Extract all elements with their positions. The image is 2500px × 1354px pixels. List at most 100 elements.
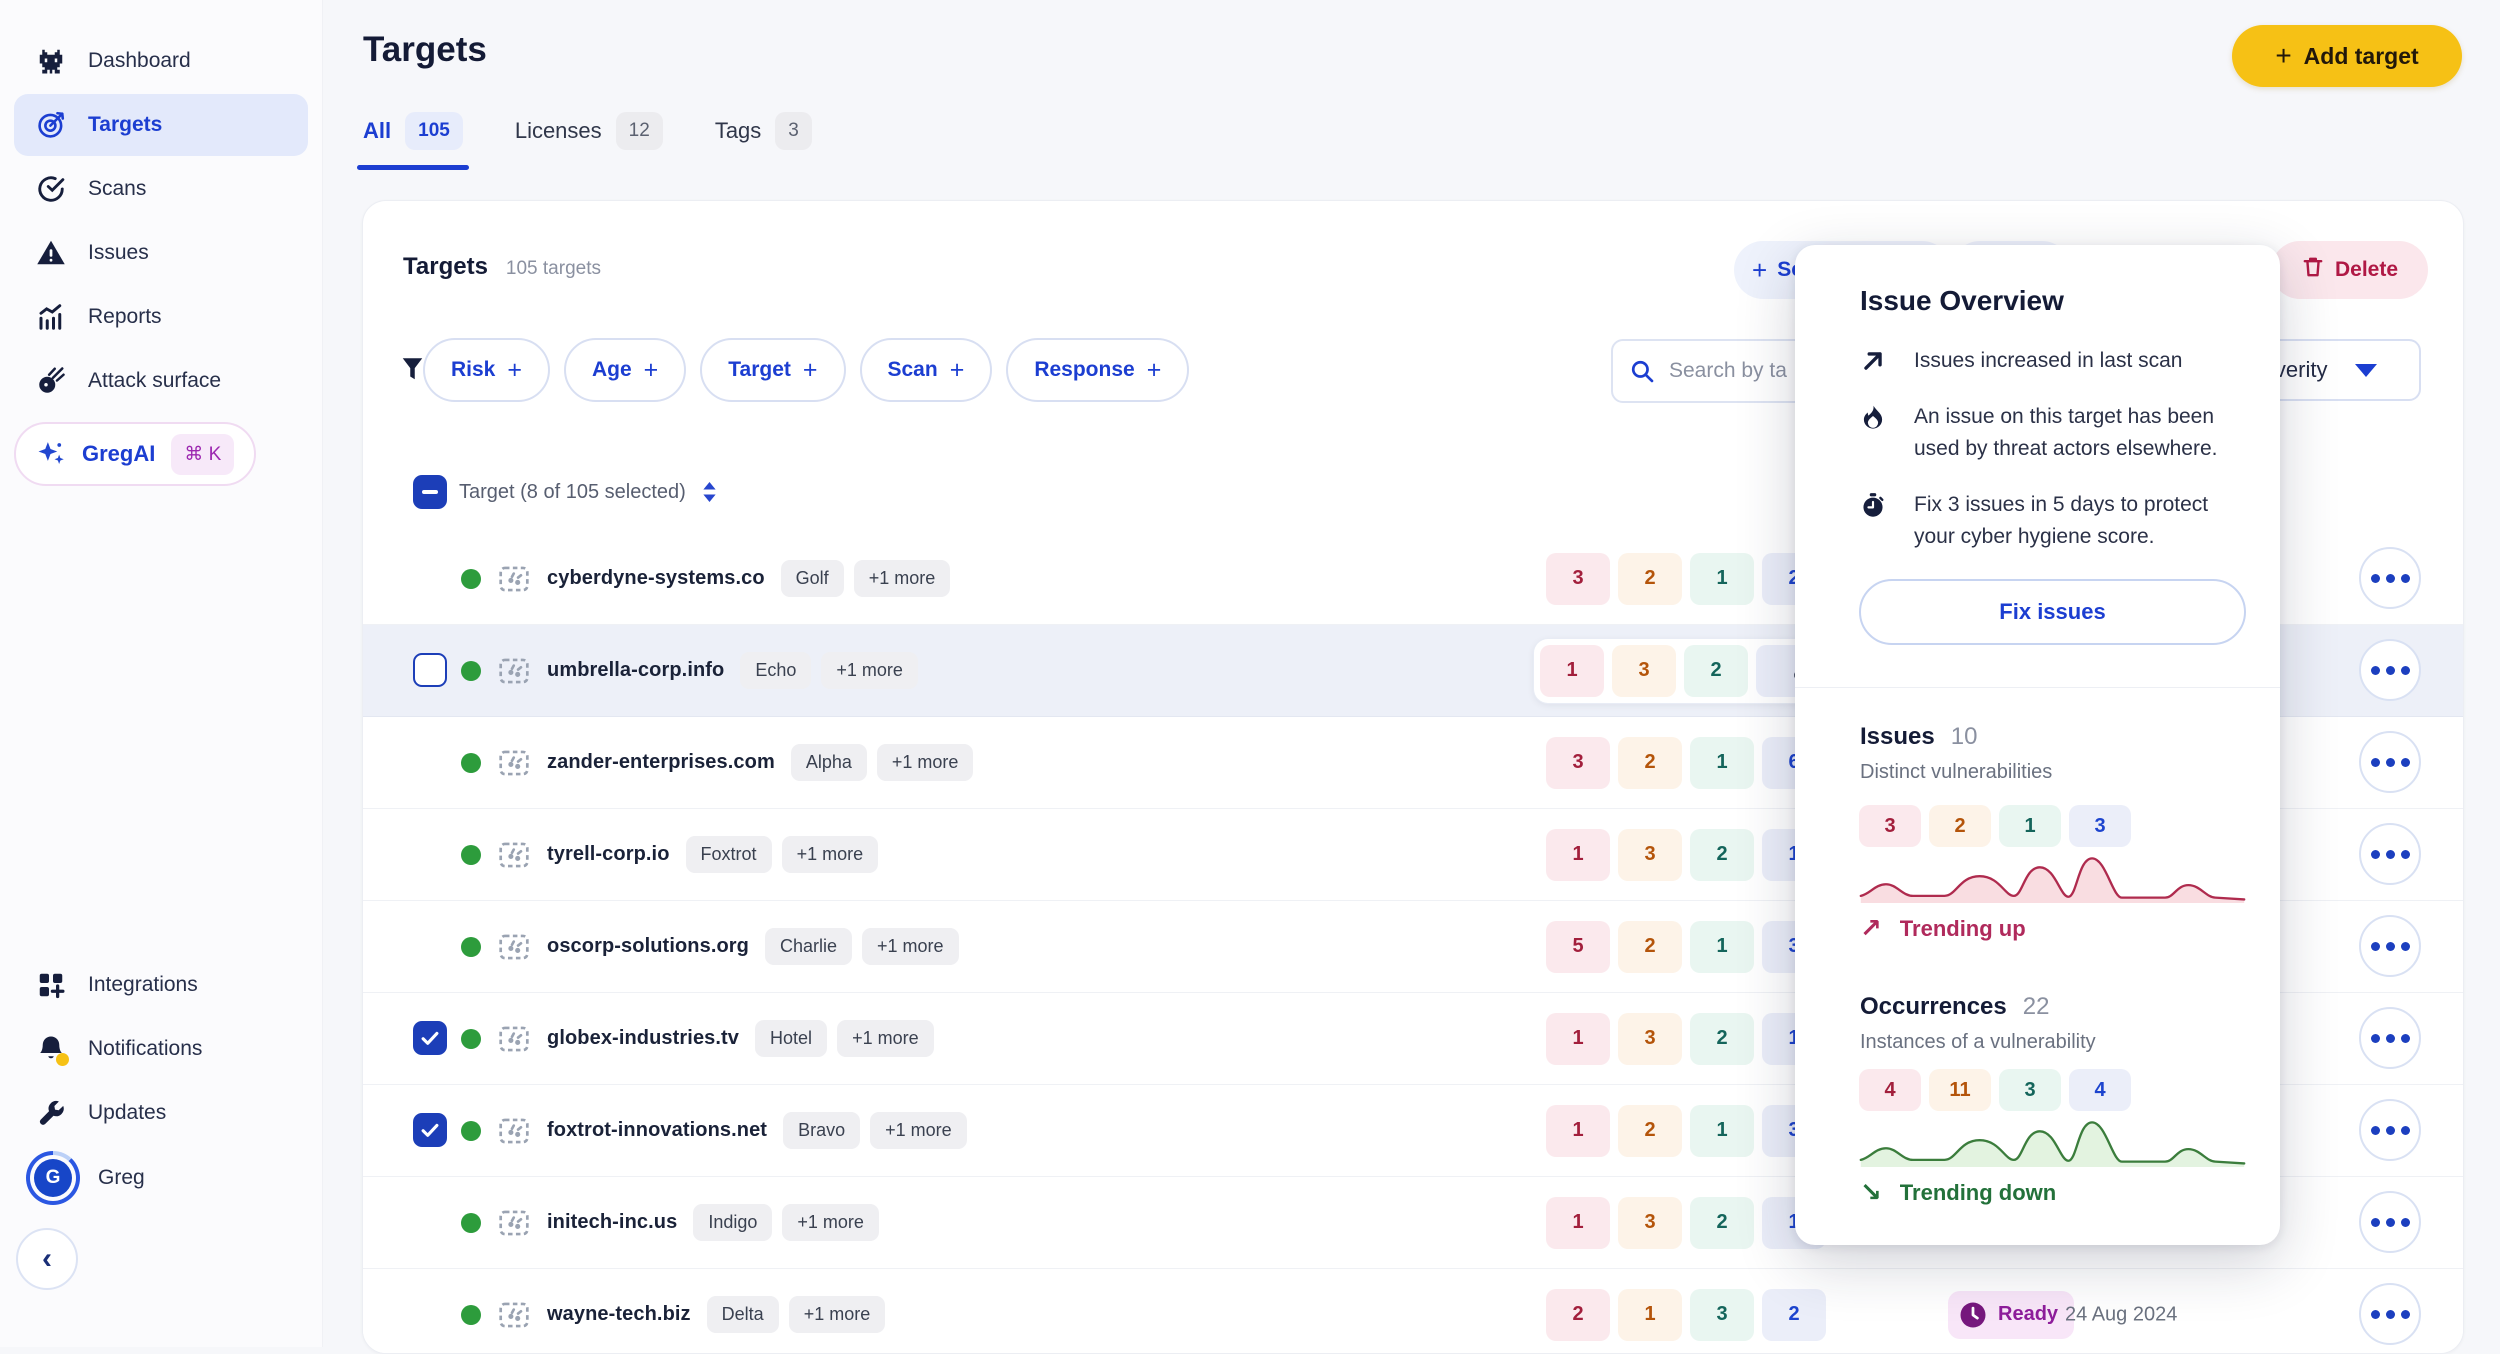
sidebar-item-issues[interactable]: Issues	[14, 222, 308, 284]
issue-count-sev2[interactable]: 3	[1618, 1013, 1682, 1065]
issue-count-sev3[interactable]: 2	[1690, 1197, 1754, 1249]
target-tag[interactable]: Indigo	[693, 1204, 772, 1241]
issue-count-sev2[interactable]: 3	[1618, 829, 1682, 881]
row-actions-button[interactable]	[2359, 915, 2421, 977]
filter-pill-age[interactable]: Age+	[564, 338, 686, 402]
issue-count-sev3[interactable]: 3	[1690, 1289, 1754, 1341]
row-actions-button[interactable]	[2359, 547, 2421, 609]
sidebar-item-attack-surface[interactable]: Attack surface	[14, 350, 308, 412]
sidebar-collapse-button[interactable]: ‹	[16, 1228, 78, 1290]
issue-count-sev3[interactable]: 1	[1690, 1105, 1754, 1157]
row-checkbox-checked[interactable]	[413, 1113, 447, 1147]
occurrences-stat-header: Occurrences 22	[1860, 993, 2049, 1021]
sidebar-item-dashboard[interactable]: Dashboard	[14, 30, 308, 92]
target-name[interactable]: globex-industries.tv	[547, 1027, 739, 1050]
target-more-tags[interactable]: +1 more	[782, 1204, 879, 1241]
status-dot-green	[461, 937, 481, 957]
target-name[interactable]: oscorp-solutions.org	[547, 935, 749, 958]
issue-count-sev3[interactable]: 1	[1690, 921, 1754, 973]
sidebar-item-notifications[interactable]: Notifications	[14, 1018, 308, 1080]
target-name[interactable]: tyrell-corp.io	[547, 843, 670, 866]
issue-count-sev3[interactable]: 1	[1690, 553, 1754, 605]
row-checkbox[interactable]	[413, 653, 447, 687]
issue-count-sev3[interactable]: 1	[1690, 737, 1754, 789]
target-more-tags[interactable]: +1 more	[870, 1112, 967, 1149]
target-tag[interactable]: Foxtrot	[686, 836, 772, 873]
filter-pill-risk[interactable]: Risk+	[423, 338, 550, 402]
issue-count-sev3[interactable]: 2	[1684, 645, 1748, 697]
row-actions-button[interactable]	[2359, 1283, 2421, 1345]
target-tag[interactable]: Echo	[740, 652, 811, 689]
select-all-checkbox[interactable]	[413, 475, 447, 509]
tab-licenses[interactable]: Licenses12	[515, 112, 663, 170]
fix-issues-button[interactable]: Fix issues	[1859, 579, 2246, 645]
sort-icon[interactable]	[702, 482, 717, 502]
tab-all[interactable]: All105	[363, 112, 463, 170]
target-tag[interactable]: Alpha	[791, 744, 867, 781]
filter-pill-target[interactable]: Target+	[700, 338, 845, 402]
table-row[interactable]: wayne-tech.bizDelta+1 more2132Ready24 Au…	[363, 1269, 2463, 1354]
popover-item-text: Fix 3 issues in 5 days to protect your c…	[1914, 489, 2220, 553]
row-actions-button[interactable]	[2359, 1099, 2421, 1161]
chevron-left-icon: ‹	[42, 1242, 52, 1276]
target-more-tags[interactable]: +1 more	[862, 928, 959, 965]
row-actions-button[interactable]	[2359, 639, 2421, 701]
row-actions-button[interactable]	[2359, 823, 2421, 885]
issue-count-sev3[interactable]: 2	[1690, 829, 1754, 881]
target-tag[interactable]: Bravo	[783, 1112, 860, 1149]
target-more-tags[interactable]: +1 more	[877, 744, 974, 781]
delete-button[interactable]: Delete	[2271, 241, 2428, 299]
tab-tags[interactable]: Tags3	[715, 112, 812, 170]
row-actions-button[interactable]	[2359, 1007, 2421, 1069]
sidebar-item-updates[interactable]: Updates	[14, 1082, 308, 1144]
user-menu[interactable]: GGreg	[14, 1146, 308, 1210]
sidebar-item-reports[interactable]: Reports	[14, 286, 308, 348]
issue-count-sev2[interactable]: 1	[1618, 1289, 1682, 1341]
plus-icon: +	[507, 356, 522, 385]
issue-count-sev2[interactable]: 3	[1612, 645, 1676, 697]
issue-count-sev2[interactable]: 2	[1618, 921, 1682, 973]
filter-pill-label: Scan	[888, 358, 938, 382]
target-tag[interactable]: Hotel	[755, 1020, 827, 1057]
target-name[interactable]: zander-enterprises.com	[547, 751, 775, 774]
target-name[interactable]: cyberdyne-systems.co	[547, 567, 765, 590]
row-checkbox-checked[interactable]	[413, 1021, 447, 1055]
issue-count-sev2[interactable]: 3	[1618, 1197, 1682, 1249]
target-more-tags[interactable]: +1 more	[789, 1296, 886, 1333]
sidebar-item-targets[interactable]: Targets	[14, 94, 308, 156]
row-actions-button[interactable]	[2359, 1191, 2421, 1253]
add-target-button[interactable]: + Add target	[2232, 25, 2462, 87]
issue-count-sev1[interactable]: 3	[1546, 737, 1610, 789]
target-more-tags[interactable]: +1 more	[821, 652, 918, 689]
issue-count-sev3[interactable]: 2	[1690, 1013, 1754, 1065]
issue-count-sev2[interactable]: 2	[1618, 553, 1682, 605]
target-name[interactable]: wayne-tech.biz	[547, 1303, 691, 1326]
target-tag[interactable]: Golf	[781, 560, 844, 597]
target-more-tags[interactable]: +1 more	[782, 836, 879, 873]
issues-badge-sev4: 3	[2069, 805, 2131, 847]
issue-count-sev2[interactable]: 2	[1618, 1105, 1682, 1157]
target-name[interactable]: foxtrot-innovations.net	[547, 1119, 767, 1142]
target-name[interactable]: umbrella-corp.info	[547, 659, 724, 682]
target-more-tags[interactable]: +1 more	[837, 1020, 934, 1057]
issue-count-sev1[interactable]: 1	[1540, 645, 1604, 697]
issue-count-sev1[interactable]: 1	[1546, 1197, 1610, 1249]
sidebar-item-scans[interactable]: Scans	[14, 158, 308, 220]
issue-count-sev1[interactable]: 5	[1546, 921, 1610, 973]
target-tag[interactable]: Delta	[707, 1296, 779, 1333]
target-more-tags[interactable]: +1 more	[854, 560, 951, 597]
issue-count-sev4[interactable]: 2	[1762, 1289, 1826, 1341]
sidebar-item-integrations[interactable]: Integrations	[14, 954, 308, 1016]
issue-count-sev2[interactable]: 2	[1618, 737, 1682, 789]
row-actions-button[interactable]	[2359, 731, 2421, 793]
filter-pill-response[interactable]: Response+	[1006, 338, 1189, 402]
issue-count-sev1[interactable]: 1	[1546, 1013, 1610, 1065]
target-tag[interactable]: Charlie	[765, 928, 852, 965]
gregai-button[interactable]: GregAI ⌘ K	[14, 422, 256, 486]
issue-count-sev1[interactable]: 3	[1546, 553, 1610, 605]
issue-count-sev1[interactable]: 1	[1546, 1105, 1610, 1157]
issue-count-sev1[interactable]: 1	[1546, 829, 1610, 881]
filter-pill-scan[interactable]: Scan+	[860, 338, 993, 402]
issue-count-sev1[interactable]: 2	[1546, 1289, 1610, 1341]
target-name[interactable]: initech-inc.us	[547, 1211, 677, 1234]
